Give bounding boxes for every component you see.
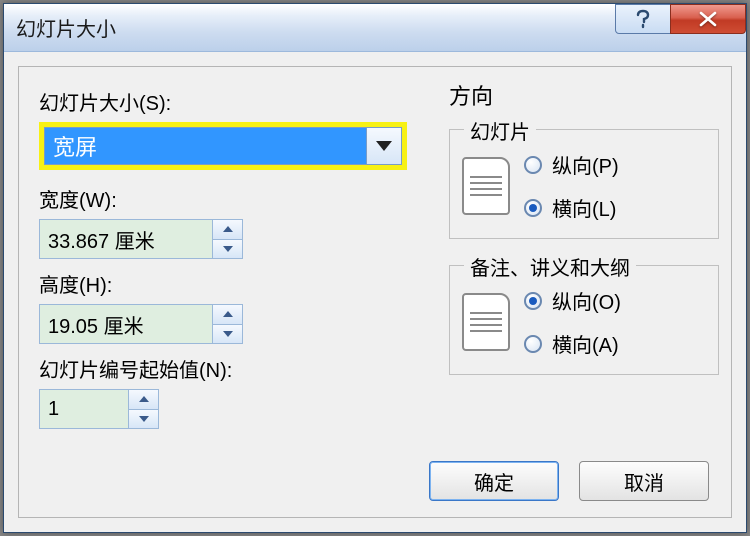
width-label: 宽度(W): [39, 184, 419, 213]
slide-size-combo[interactable]: 宽屏 [44, 127, 366, 165]
height-spin-buttons [212, 305, 242, 343]
startnum-spin-up[interactable] [129, 390, 158, 409]
radio-label: 纵向(P) [552, 150, 619, 179]
chevron-up-icon [223, 311, 233, 317]
dialog-panel: 幻灯片大小(S): 宽屏 宽度(W): 33.867 厘米 高度(H): [18, 66, 732, 518]
dialog-window: 幻灯片大小 幻灯片大小(S): 宽屏 [3, 3, 747, 533]
close-button[interactable] [670, 4, 746, 34]
chevron-down-icon [223, 246, 233, 252]
startnum-spinner[interactable]: 1 [39, 389, 159, 429]
notes-portrait-radio[interactable]: 纵向(O) [524, 286, 621, 315]
page-icon [462, 293, 510, 351]
slides-landscape-radio[interactable]: 横向(L) [524, 193, 619, 222]
width-spinner[interactable]: 33.867 厘米 [39, 219, 243, 259]
right-column: 方向 幻灯片 纵向(P) [449, 79, 719, 375]
page-icon [462, 157, 510, 215]
help-button[interactable] [615, 4, 671, 34]
dialog-content: 幻灯片大小(S): 宽屏 宽度(W): 33.867 厘米 高度(H): [4, 52, 746, 532]
radio-icon [524, 292, 542, 310]
orientation-section-label: 方向 [449, 79, 719, 111]
width-value[interactable]: 33.867 厘米 [40, 220, 212, 258]
radio-label: 横向(A) [552, 329, 619, 358]
radio-icon [524, 199, 542, 217]
startnum-spin-buttons [128, 390, 158, 428]
slides-radios: 纵向(P) 横向(L) [524, 150, 619, 222]
help-icon [635, 9, 651, 29]
slides-group-title: 幻灯片 [464, 116, 536, 145]
chevron-up-icon [139, 396, 149, 402]
slide-size-dropdown-button[interactable] [366, 127, 402, 165]
notes-radios: 纵向(O) 横向(A) [524, 286, 621, 358]
notes-orientation-group: 备注、讲义和大纲 纵向(O) 横向(A) [449, 265, 719, 375]
width-spin-up[interactable] [213, 220, 242, 239]
slides-orient-row: 纵向(P) 横向(L) [462, 150, 706, 222]
left-column: 幻灯片大小(S): 宽屏 宽度(W): 33.867 厘米 高度(H): [39, 79, 419, 435]
chevron-up-icon [223, 226, 233, 232]
width-spin-buttons [212, 220, 242, 258]
titlebar: 幻灯片大小 [4, 4, 746, 52]
dialog-title: 幻灯片大小 [16, 13, 116, 42]
height-spin-down[interactable] [213, 324, 242, 344]
slides-orientation-group: 幻灯片 纵向(P) 横向(L) [449, 129, 719, 239]
ok-button[interactable]: 确定 [429, 461, 559, 501]
notes-landscape-radio[interactable]: 横向(A) [524, 329, 621, 358]
dialog-footer: 确定 取消 [429, 461, 709, 501]
cancel-button[interactable]: 取消 [579, 461, 709, 501]
chevron-down-icon [139, 416, 149, 422]
radio-icon [524, 335, 542, 353]
width-spin-down[interactable] [213, 239, 242, 259]
startnum-value[interactable]: 1 [40, 390, 128, 428]
height-value[interactable]: 19.05 厘米 [40, 305, 212, 343]
slide-size-combo-highlight: 宽屏 [39, 122, 407, 170]
slide-size-label: 幻灯片大小(S): [39, 87, 419, 116]
chevron-down-icon [376, 141, 392, 151]
radio-icon [524, 156, 542, 174]
window-buttons [616, 4, 746, 36]
radio-label: 纵向(O) [552, 286, 621, 315]
startnum-label: 幻灯片编号起始值(N): [39, 354, 419, 383]
notes-group-title: 备注、讲义和大纲 [464, 252, 636, 281]
height-spinner[interactable]: 19.05 厘米 [39, 304, 243, 344]
close-icon [698, 11, 718, 27]
radio-label: 横向(L) [552, 193, 616, 222]
slides-portrait-radio[interactable]: 纵向(P) [524, 150, 619, 179]
height-spin-up[interactable] [213, 305, 242, 324]
chevron-down-icon [223, 331, 233, 337]
notes-orient-row: 纵向(O) 横向(A) [462, 286, 706, 358]
height-label: 高度(H): [39, 269, 419, 298]
startnum-spin-down[interactable] [129, 409, 158, 429]
